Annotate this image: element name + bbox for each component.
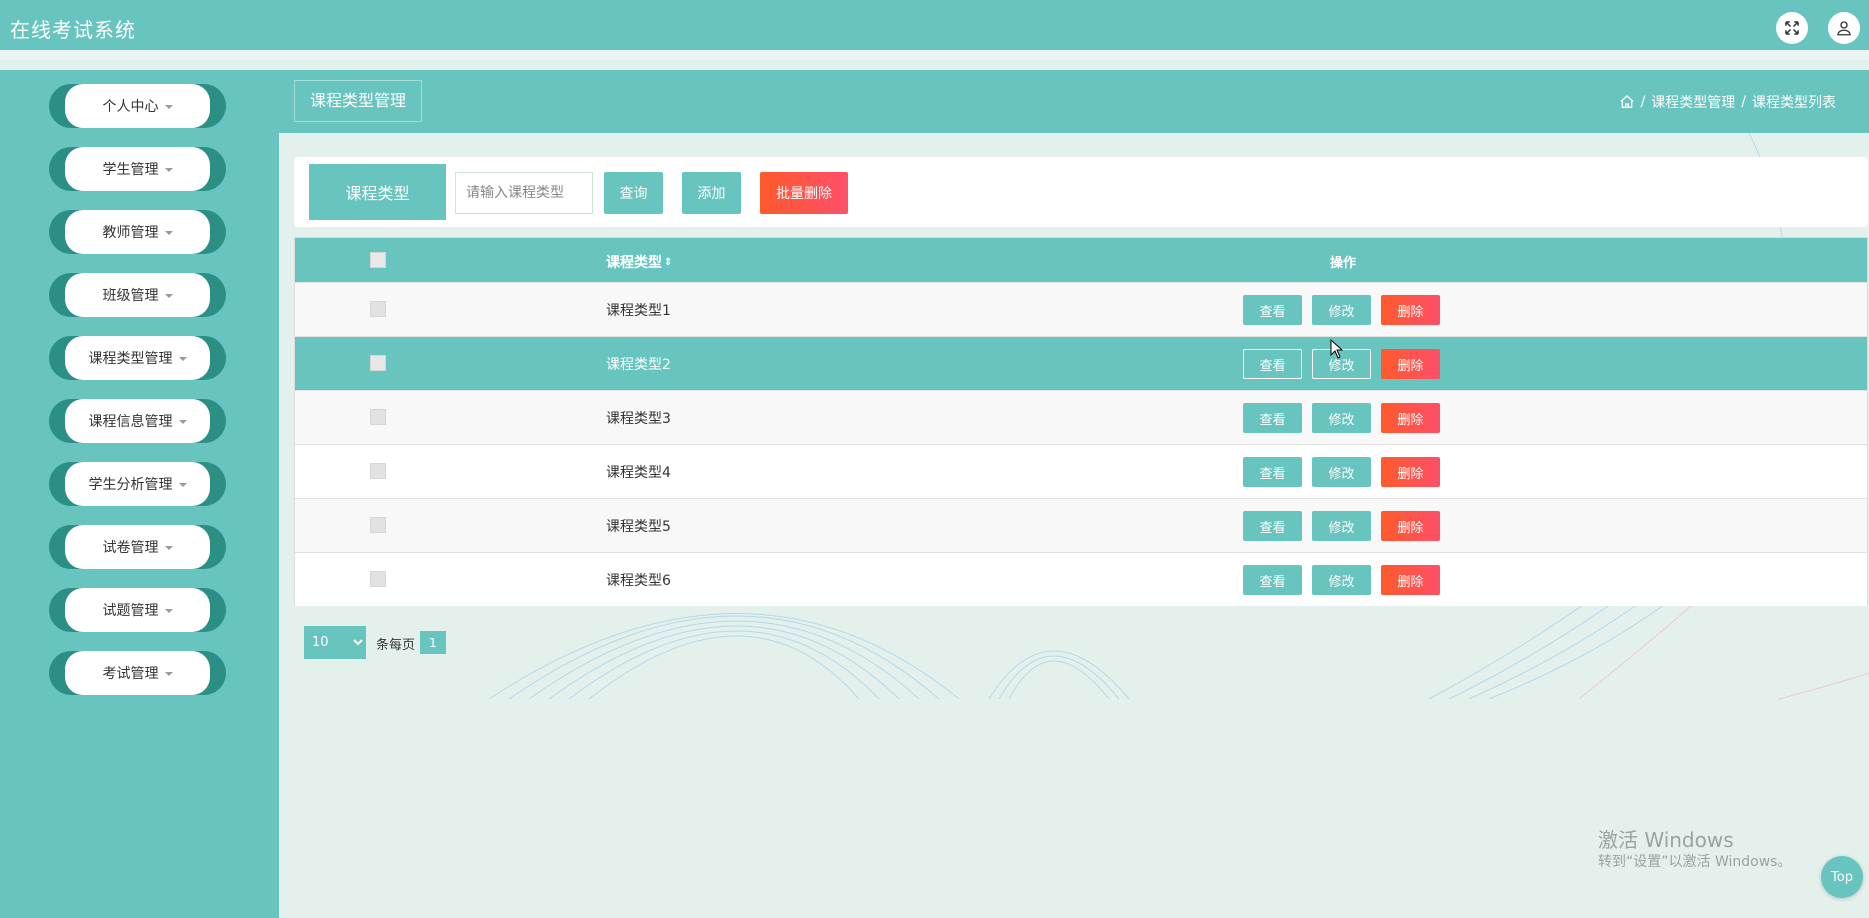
caret-down-icon — [164, 168, 173, 172]
activation-watermark-title: 激活 Windows — [1598, 828, 1734, 852]
search-input[interactable] — [455, 172, 593, 214]
top-header: 在线考试系统 — [0, 0, 1869, 60]
column-header-label: 课程类型 — [606, 255, 662, 271]
sidebar-item-label: 考试管理 — [102, 666, 159, 682]
row-checkbox[interactable] — [370, 301, 386, 317]
cell-course-type: 课程类型4 — [606, 465, 671, 481]
breadcrumb-separator: / — [1640, 94, 1646, 110]
edit-button[interactable]: 修改 — [1312, 403, 1371, 433]
view-button[interactable]: 查看 — [1243, 511, 1302, 541]
edit-button[interactable]: 修改 — [1312, 457, 1371, 487]
table-row: 课程类型6 查看 修改 删除 — [295, 552, 1867, 606]
sidebar-item-label: 试题管理 — [102, 603, 159, 619]
delete-button[interactable]: 删除 — [1381, 349, 1440, 379]
caret-down-icon — [164, 546, 173, 550]
sidebar-item-label: 教师管理 — [102, 225, 159, 241]
caret-down-icon — [164, 231, 173, 235]
delete-button[interactable]: 删除 — [1381, 511, 1440, 541]
cell-course-type: 课程类型6 — [606, 573, 671, 589]
caret-down-icon — [164, 105, 173, 109]
caret-down-icon — [178, 483, 187, 487]
caret-down-icon — [164, 609, 173, 613]
sidebar-item-teachers[interactable]: 教师管理 — [49, 210, 226, 254]
caret-down-icon — [178, 420, 187, 424]
view-button[interactable]: 查看 — [1243, 457, 1302, 487]
content-header: 课程类型管理 / 课程类型管理 / 课程类型列表 — [279, 70, 1869, 133]
sidebar: 个人中心 学生管理 教师管理 班级管理 课程类型管理 课程信息管理 学生分析管理… — [0, 70, 279, 918]
select-all-checkbox[interactable] — [370, 252, 386, 268]
sidebar-item-label: 个人中心 — [102, 99, 159, 115]
table-header: 课程类型 ⇕ 操作 — [295, 238, 1867, 282]
sidebar-item-course-info[interactable]: 课程信息管理 — [49, 399, 226, 443]
sidebar-item-label: 课程类型管理 — [88, 351, 173, 367]
fullscreen-icon[interactable] — [1776, 12, 1808, 44]
sidebar-item-questions[interactable]: 试题管理 — [49, 588, 226, 632]
row-checkbox[interactable] — [370, 571, 386, 587]
cell-course-type: 课程类型1 — [606, 303, 671, 319]
per-page-label: 条每页 — [376, 638, 416, 653]
query-button[interactable]: 查询 — [604, 172, 663, 214]
breadcrumb-item-course-type-list: 课程类型列表 — [1752, 95, 1836, 111]
caret-down-icon — [164, 672, 173, 676]
search-panel: 课程类型 查询 添加 批量删除 — [294, 157, 1868, 227]
sidebar-item-label: 学生分析管理 — [88, 477, 173, 493]
page-title: 课程类型管理 — [294, 80, 423, 122]
home-icon[interactable] — [1619, 94, 1635, 110]
sidebar-item-label: 课程信息管理 — [88, 414, 173, 430]
view-button[interactable]: 查看 — [1243, 565, 1302, 595]
view-button[interactable]: 查看 — [1243, 295, 1302, 325]
back-to-top-button[interactable]: Top — [1821, 856, 1863, 898]
user-icon[interactable] — [1828, 12, 1860, 44]
delete-button[interactable]: 删除 — [1381, 295, 1440, 325]
row-checkbox[interactable] — [370, 409, 386, 425]
sort-icon[interactable]: ⇕ — [664, 257, 672, 268]
sidebar-item-course-types[interactable]: 课程类型管理 — [49, 336, 226, 380]
sidebar-item-label: 学生管理 — [102, 162, 159, 178]
cell-course-type: 课程类型3 — [606, 411, 671, 427]
course-type-table: 课程类型 ⇕ 操作 课程类型1 查看 修改 删除 课程类型2 查看 修改 删除 … — [294, 237, 1868, 606]
caret-down-icon — [178, 357, 187, 361]
column-header-course-type[interactable]: 课程类型 ⇕ — [606, 252, 672, 272]
sidebar-item-papers[interactable]: 试卷管理 — [49, 525, 226, 569]
table-row: 课程类型5 查看 修改 删除 — [295, 498, 1867, 552]
breadcrumb-item-course-type-management[interactable]: 课程类型管理 — [1651, 92, 1735, 112]
sidebar-item-label: 试卷管理 — [102, 540, 159, 556]
app-title: 在线考试系统 — [10, 18, 136, 42]
cell-course-type: 课程类型5 — [606, 519, 671, 535]
delete-button[interactable]: 删除 — [1381, 457, 1440, 487]
view-button[interactable]: 查看 — [1243, 349, 1302, 379]
table-row: 课程类型4 查看 修改 删除 — [295, 444, 1867, 498]
activation-watermark-text: 转到“设置”以激活 Windows。 — [1598, 854, 1792, 870]
row-checkbox[interactable] — [370, 517, 386, 533]
sidebar-item-students[interactable]: 学生管理 — [49, 147, 226, 191]
caret-down-icon — [164, 294, 173, 298]
page-number-button[interactable]: 1 — [420, 631, 446, 654]
breadcrumb: / 课程类型管理 / 课程类型列表 — [1619, 92, 1836, 112]
sidebar-item-classes[interactable]: 班级管理 — [49, 273, 226, 317]
sidebar-item-personal-center[interactable]: 个人中心 — [49, 84, 226, 128]
column-header-actions: 操作 — [1330, 256, 1357, 271]
search-label: 课程类型 — [309, 164, 446, 220]
sidebar-item-exams[interactable]: 考试管理 — [49, 651, 226, 695]
cell-course-type: 课程类型2 — [606, 357, 671, 373]
table-row: 课程类型3 查看 修改 删除 — [295, 390, 1867, 444]
edit-button[interactable]: 修改 — [1312, 295, 1371, 325]
batch-delete-button[interactable]: 批量删除 — [760, 172, 848, 214]
sidebar-item-label: 班级管理 — [102, 288, 159, 304]
row-checkbox[interactable] — [370, 463, 386, 479]
delete-button[interactable]: 删除 — [1381, 403, 1440, 433]
table-row: 课程类型2 查看 修改 删除 — [295, 336, 1867, 390]
sidebar-item-student-analysis[interactable]: 学生分析管理 — [49, 462, 226, 506]
table-row: 课程类型1 查看 修改 删除 — [295, 282, 1867, 336]
breadcrumb-separator: / — [1741, 94, 1746, 110]
edit-button[interactable]: 修改 — [1312, 511, 1371, 541]
delete-button[interactable]: 删除 — [1381, 565, 1440, 595]
page-size-select[interactable]: 10 — [304, 626, 366, 659]
edit-button[interactable]: 修改 — [1312, 565, 1371, 595]
row-checkbox[interactable] — [370, 355, 386, 371]
mouse-cursor-icon — [1330, 339, 1344, 359]
view-button[interactable]: 查看 — [1243, 403, 1302, 433]
add-button[interactable]: 添加 — [682, 172, 741, 214]
